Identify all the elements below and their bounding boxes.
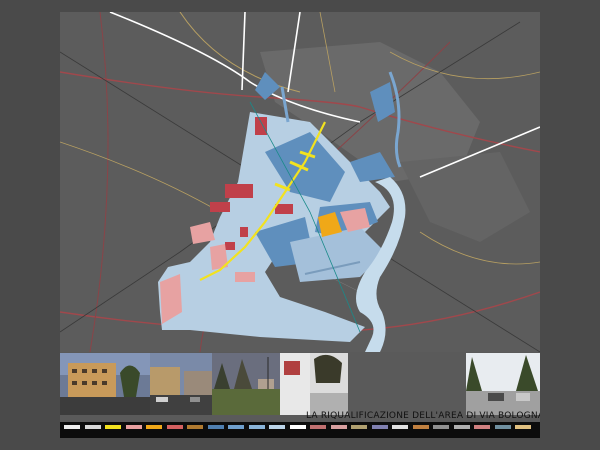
legend-swatch — [371, 425, 388, 429]
legend-item — [412, 425, 429, 429]
legend-item — [474, 425, 490, 429]
presentation-board: LA RIQUALIFICAZIONE DELL'AREA DI VIA BOL… — [60, 12, 540, 438]
photo-apartment-building — [60, 353, 150, 415]
urban-plan-map — [60, 12, 540, 352]
legend-swatch — [330, 425, 347, 429]
legend-item — [187, 425, 203, 429]
legend-swatch — [392, 425, 408, 429]
legend-item — [392, 425, 408, 429]
legend-swatch — [412, 425, 429, 429]
legend-swatch — [269, 425, 285, 429]
legend-swatch — [248, 425, 265, 429]
legend-swatch — [207, 425, 224, 429]
legend-swatch — [433, 425, 449, 429]
legend-item — [84, 425, 101, 429]
legend-swatch — [474, 425, 490, 429]
legend-swatch — [351, 425, 367, 429]
legend-item — [515, 425, 531, 429]
legend-item — [125, 425, 142, 429]
photo-trees-field — [212, 353, 280, 415]
photo-street-parked-cars — [150, 353, 212, 415]
legend-item — [166, 425, 183, 429]
legend-item — [351, 425, 367, 429]
board-title: LA RIQUALIFICAZIONE DELL'AREA DI VIA BOL… — [306, 411, 540, 421]
legend-item — [433, 425, 449, 429]
legend-item — [453, 425, 470, 429]
legend-item — [330, 425, 347, 429]
legend-item — [146, 425, 162, 429]
legend-item — [207, 425, 224, 429]
legend-item — [310, 425, 326, 429]
legend-swatch — [146, 425, 162, 429]
legend-swatch — [289, 425, 306, 429]
legend-item — [269, 425, 285, 429]
map-legend — [60, 422, 540, 438]
legend-item — [371, 425, 388, 429]
photo-white-building — [280, 353, 348, 415]
legend-swatch — [64, 425, 80, 429]
legend-swatch — [105, 425, 121, 429]
legend-item — [248, 425, 265, 429]
legend-swatch — [166, 425, 183, 429]
legend-swatch — [494, 425, 511, 429]
legend-swatch — [310, 425, 326, 429]
legend-item — [64, 425, 80, 429]
legend-swatch — [125, 425, 142, 429]
legend-item — [289, 425, 306, 429]
legend-swatch — [453, 425, 470, 429]
photo-parking-lot — [466, 353, 540, 415]
legend-swatch — [228, 425, 244, 429]
legend-item — [105, 425, 121, 429]
legend-swatch — [187, 425, 203, 429]
legend-swatch — [515, 425, 531, 429]
legend-item — [228, 425, 244, 429]
legend-item — [494, 425, 511, 429]
legend-swatch — [84, 425, 101, 429]
